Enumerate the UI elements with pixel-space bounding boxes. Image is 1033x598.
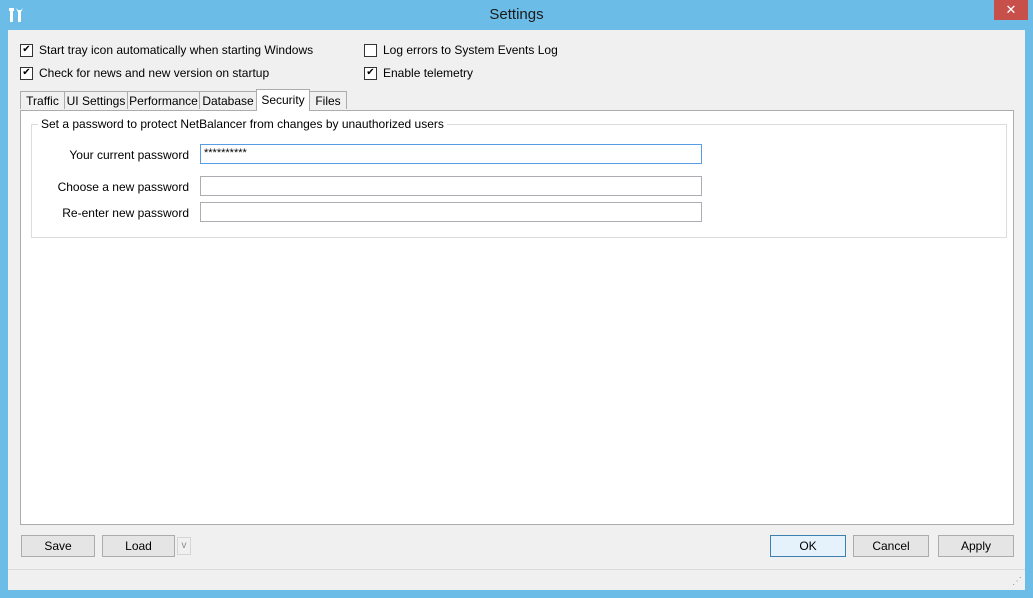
checkmark-icon: ✔ bbox=[22, 67, 31, 78]
check-news-checkbox[interactable]: ✔ bbox=[20, 66, 33, 80]
status-divider bbox=[8, 569, 1025, 570]
apply-button[interactable]: Apply bbox=[938, 535, 1014, 557]
load-dropdown-button[interactable]: v bbox=[177, 537, 191, 555]
title-bar[interactable]: Settings ✕ bbox=[0, 0, 1033, 30]
start-tray-checkbox[interactable]: ✔ bbox=[20, 43, 33, 57]
security-panel: Set a password to protect NetBalancer fr… bbox=[20, 110, 1014, 525]
log-errors-option[interactable]: Log errors to System Events Log bbox=[364, 42, 558, 58]
cancel-button[interactable]: Cancel bbox=[853, 535, 929, 557]
close-icon: ✕ bbox=[1005, 2, 1017, 17]
checkmark-icon: ✔ bbox=[366, 67, 375, 78]
tab-files[interactable]: Files bbox=[309, 91, 347, 109]
current-password-label: Your current password bbox=[69, 148, 189, 162]
ok-button[interactable]: OK bbox=[770, 535, 846, 557]
client-area: ✔ Start tray icon automatically when sta… bbox=[8, 30, 1025, 590]
tab-traffic[interactable]: Traffic bbox=[20, 91, 65, 109]
telemetry-option[interactable]: ✔ Enable telemetry bbox=[364, 65, 473, 81]
password-group-title: Set a password to protect NetBalancer fr… bbox=[38, 117, 447, 131]
telemetry-checkbox[interactable]: ✔ bbox=[364, 66, 377, 80]
new-password-field[interactable] bbox=[200, 176, 702, 196]
tab-performance[interactable]: Performance bbox=[127, 91, 200, 109]
start-tray-label: Start tray icon automatically when start… bbox=[39, 43, 314, 57]
tab-ui-settings[interactable]: UI Settings bbox=[64, 91, 128, 109]
settings-window: Settings ✕ ✔ Start tray icon automatical… bbox=[0, 0, 1033, 598]
current-password-field[interactable]: ********** bbox=[200, 144, 702, 164]
check-news-option[interactable]: ✔ Check for news and new version on star… bbox=[20, 65, 269, 81]
log-errors-checkbox[interactable] bbox=[364, 43, 377, 57]
reenter-password-field[interactable] bbox=[200, 202, 702, 222]
reenter-password-label: Re-enter new password bbox=[62, 206, 189, 220]
start-tray-option[interactable]: ✔ Start tray icon automatically when sta… bbox=[20, 42, 313, 58]
password-group: Set a password to protect NetBalancer fr… bbox=[31, 117, 1007, 238]
telemetry-label: Enable telemetry bbox=[383, 66, 474, 80]
close-button[interactable]: ✕ bbox=[994, 0, 1028, 20]
tab-database[interactable]: Database bbox=[199, 91, 257, 109]
window-title: Settings bbox=[489, 6, 544, 23]
resize-grip-icon[interactable]: ⋰ bbox=[1012, 577, 1022, 587]
save-button[interactable]: Save bbox=[21, 535, 95, 557]
load-button[interactable]: Load bbox=[102, 535, 175, 557]
tab-security[interactable]: Security bbox=[256, 89, 310, 111]
checkmark-icon: ✔ bbox=[22, 44, 31, 55]
log-errors-label: Log errors to System Events Log bbox=[383, 43, 558, 57]
check-news-label: Check for news and new version on startu… bbox=[39, 66, 270, 80]
new-password-label: Choose a new password bbox=[57, 180, 189, 194]
